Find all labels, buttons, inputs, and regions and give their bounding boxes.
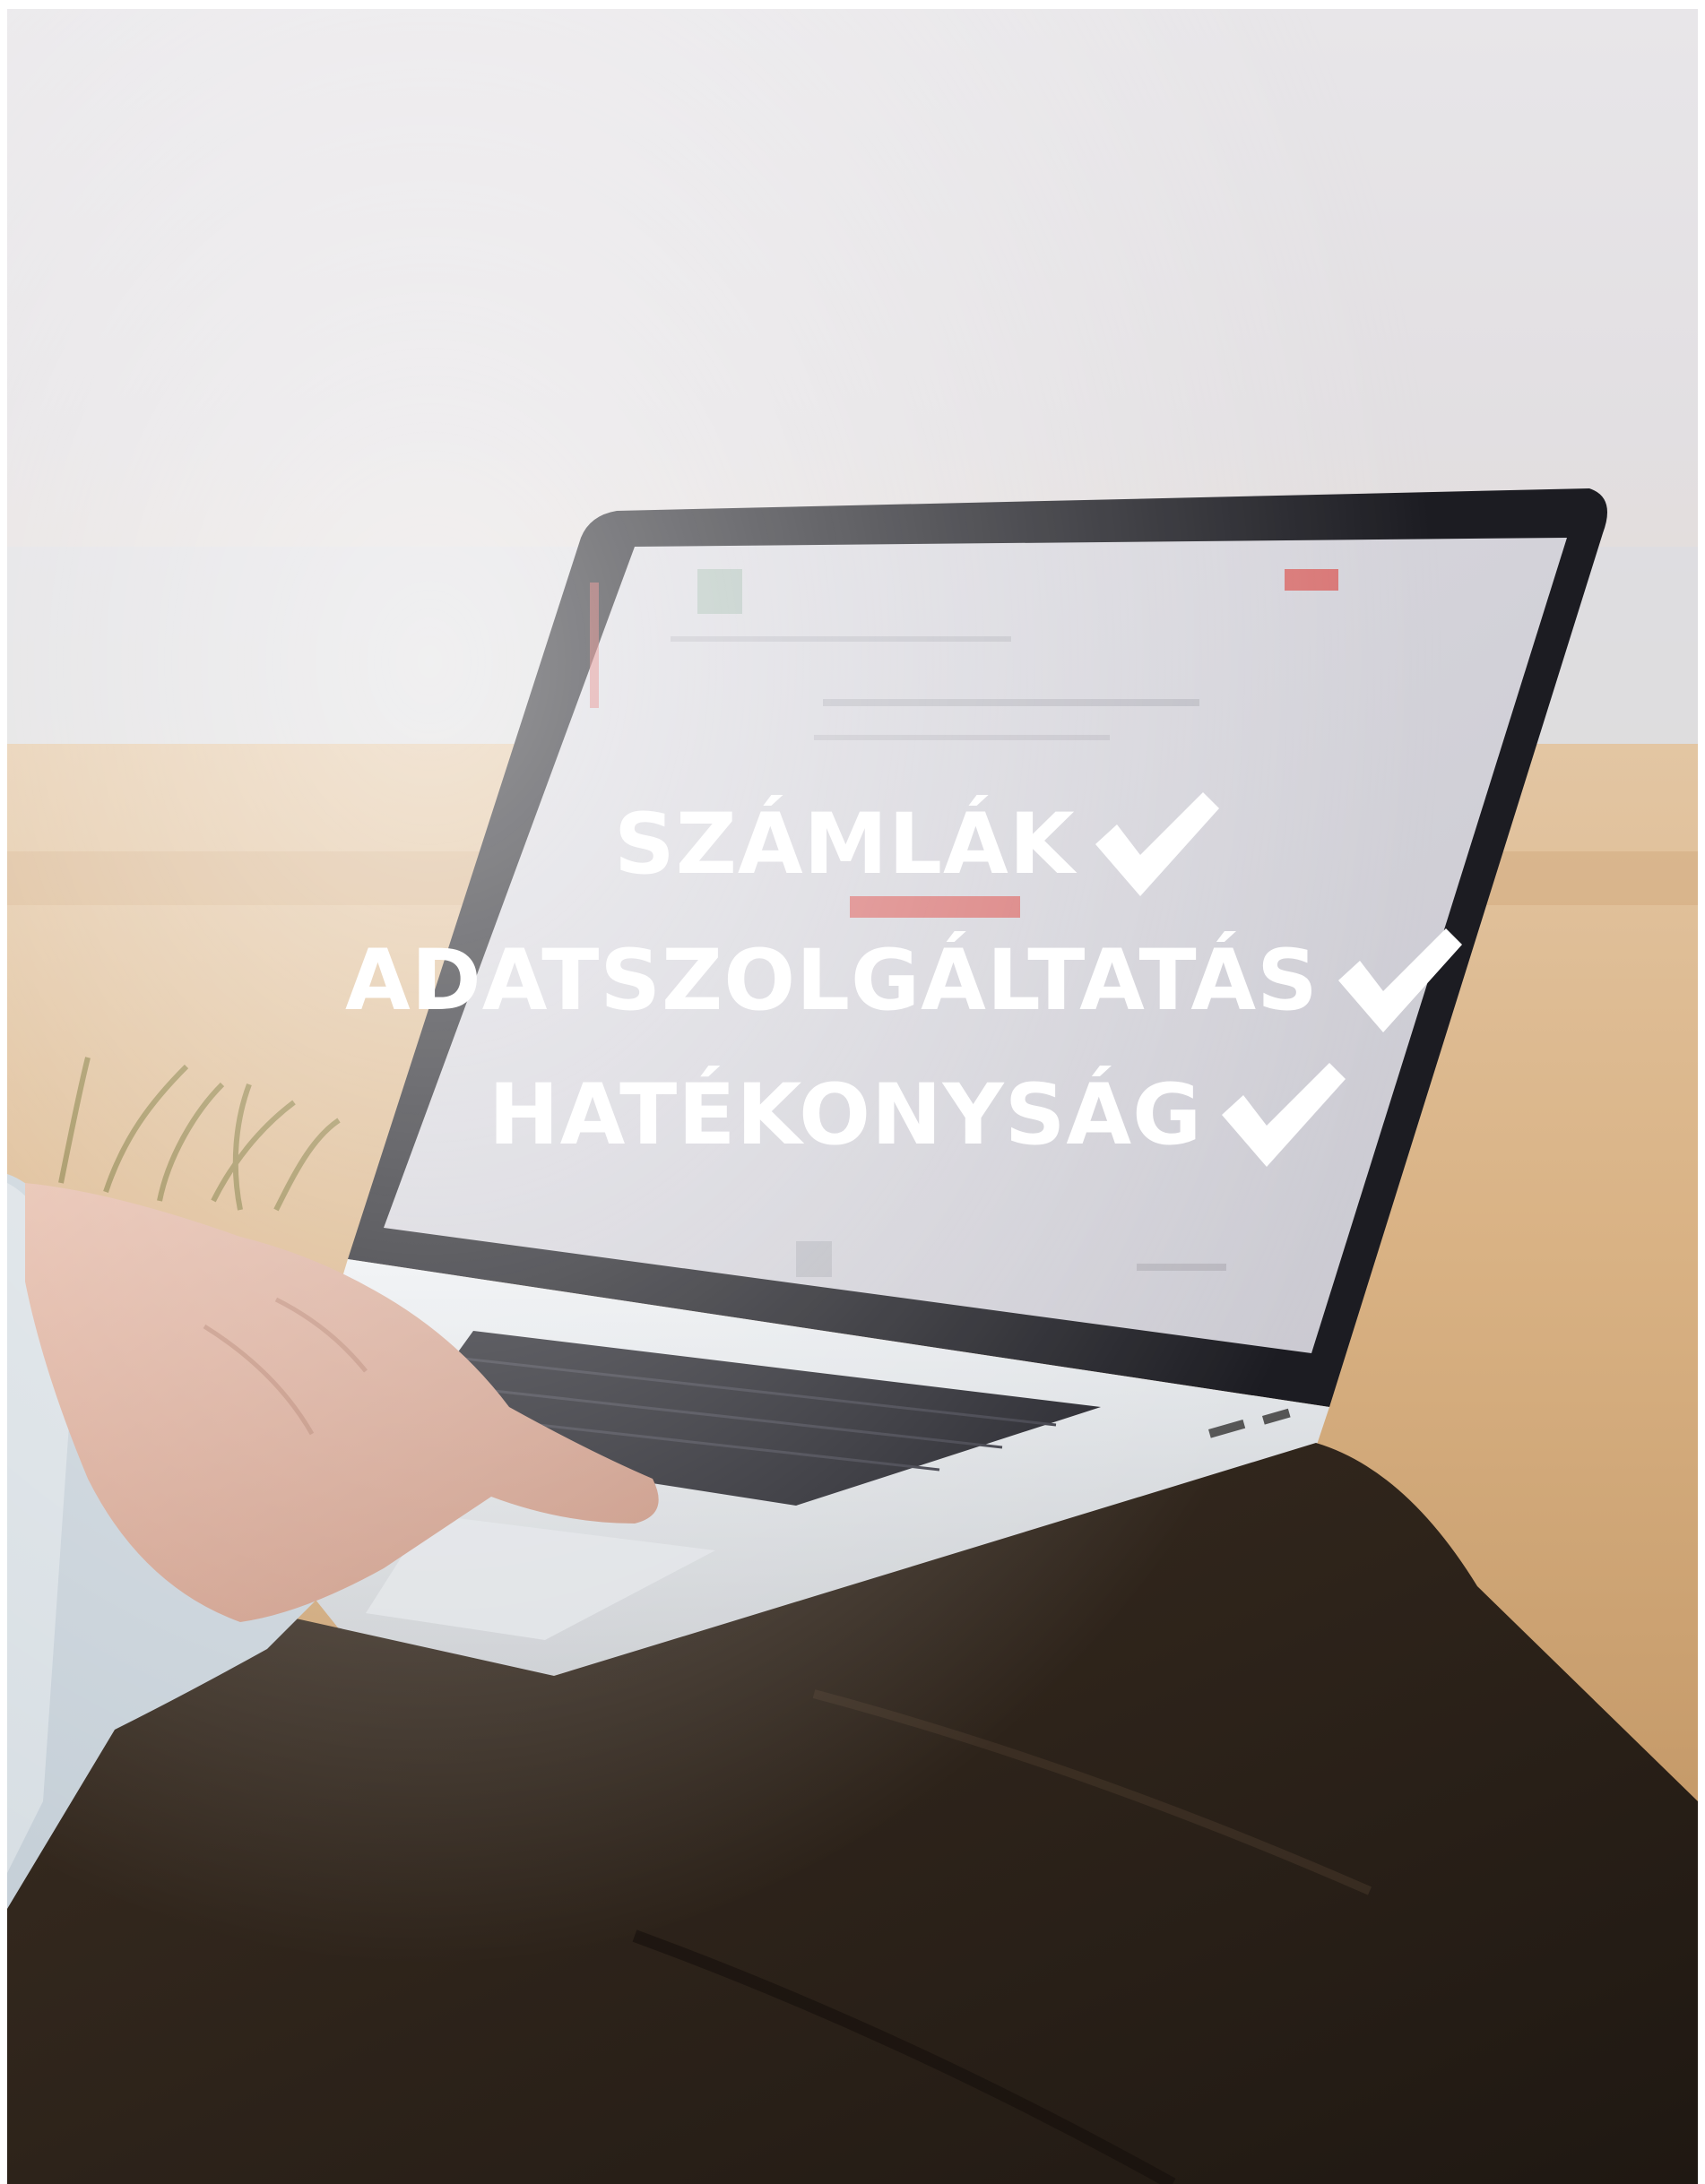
background-photo-laptop-on-beach xyxy=(7,9,1698,2184)
poster: SZÁMLÁK ADATSZOLGÁLTATÁS HATÉKONYSÁG xyxy=(0,0,1705,2184)
